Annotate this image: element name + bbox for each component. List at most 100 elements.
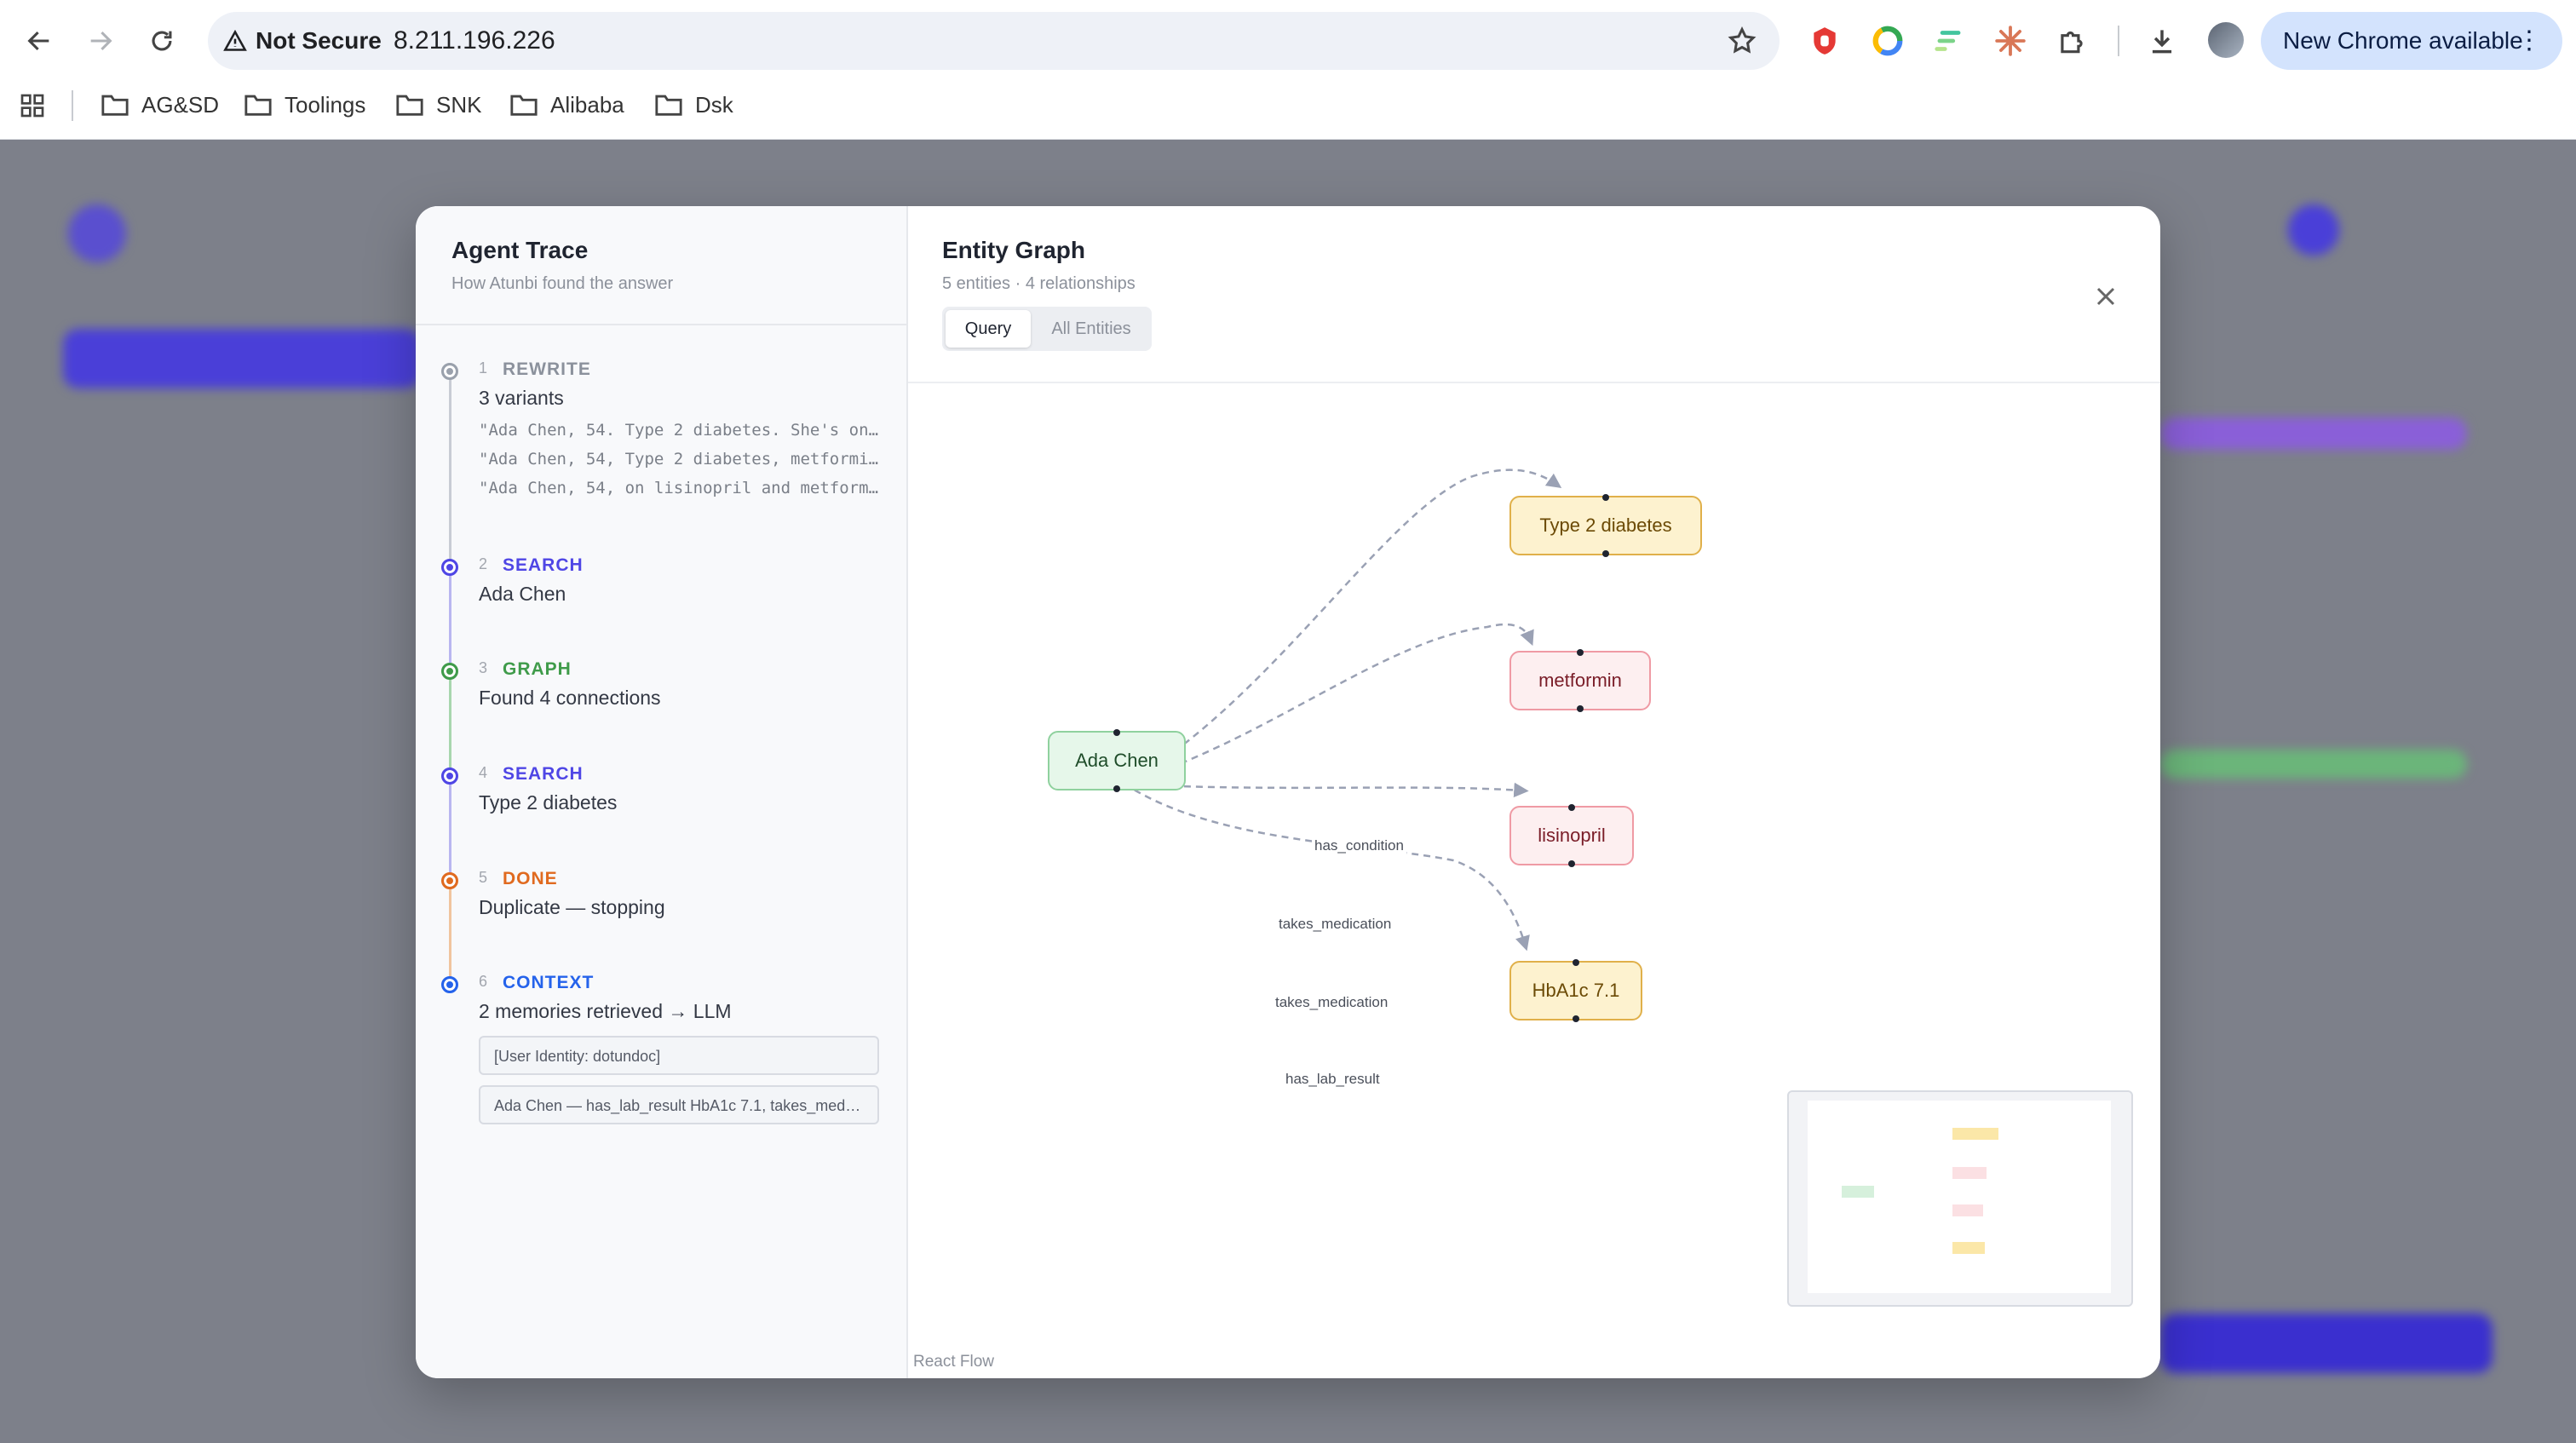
extension-spark[interactable] [1992,22,2029,60]
node-handle [1577,705,1584,712]
timeline-line [449,675,451,770]
back-button[interactable] [15,17,63,65]
graph-subtitle: 5 entities · 4 relationships [942,274,1136,293]
node-condition[interactable]: Type 2 diabetes [1509,494,1702,557]
apps-grid-icon[interactable] [19,92,46,119]
timeline-line [449,373,451,562]
minimap-node [1952,1204,1983,1216]
step-label: DONE [503,869,558,888]
forward-arrow-icon [90,31,112,51]
update-label: New Chrome available [2283,27,2523,54]
downloads-button[interactable] [2143,22,2181,60]
minimap-viewport[interactable] [1808,1101,2111,1293]
profile-avatar[interactable] [2208,22,2244,58]
update-chrome-button[interactable]: New Chrome available ⋮ [2261,12,2562,70]
bg-bar [2160,750,2467,779]
url-text[interactable]: 8.211.196.226 [394,26,555,55]
edge-label: has_condition [1312,836,1406,855]
node-handle [1573,959,1579,966]
security-indicator[interactable]: Not Secure [223,21,382,60]
minimap-node [1952,1167,1987,1179]
tab-query[interactable]: Query [946,310,1031,348]
timeline-line [449,882,451,983]
address-bar[interactable]: Not Secure 8.211.196.226 [208,12,1780,70]
security-label: Not Secure [256,27,382,54]
node-handle [1577,649,1584,656]
extension-stripes[interactable] [1930,22,1968,60]
node-handle [1568,804,1575,811]
step-number: 5 [479,869,488,886]
bg-progress [2160,417,2467,450]
step-number: 6 [479,973,488,990]
graph-canvas[interactable]: has_condition takes_medication takes_med… [908,383,2160,1378]
context-memory[interactable]: Ada Chen — has_lab_result HbA1c 7.1, tak… [479,1085,879,1124]
node-handle [1113,729,1120,736]
color-wheel-icon [1872,26,1903,56]
step-label: SEARCH [503,764,584,784]
forward-button[interactable] [77,17,124,65]
step-dot [441,663,458,680]
trace-header: Agent Trace How Atunbi found the answer [416,206,906,325]
minimap-node [1842,1186,1874,1198]
extensions-button[interactable] [2053,22,2090,60]
bookmark-label: Toolings [285,91,366,118]
node-label: lisinopril [1538,825,1606,846]
bookmark-label: Dsk [695,91,733,118]
step-label: GRAPH [503,659,572,679]
step-dot [441,872,458,889]
node-label: metformin [1538,670,1622,691]
step-number: 3 [479,659,488,676]
step-label: CONTEXT [503,973,595,992]
spark-icon [1995,26,2026,56]
reload-icon [152,31,172,51]
node-handle [1573,1015,1579,1022]
bookmark-label: Alibaba [550,91,624,118]
toolbar-divider [2118,26,2119,56]
bookmark-folder-agsd[interactable]: AG&SD [101,88,219,122]
react-flow-attribution[interactable]: React Flow [913,1353,994,1371]
rewrite-variant: "Ada Chen, 54. Type 2 diabetes. She's on… [479,421,879,440]
step-dot [441,559,458,576]
bookmark-folder-dsk[interactable]: Dsk [654,88,733,122]
bg-primary-button [63,329,421,388]
trace-subtitle: How Atunbi found the answer [451,274,674,293]
tab-all-entities[interactable]: All Entities [1034,310,1148,348]
bookmark-folder-alibaba[interactable]: Alibaba [509,88,624,122]
step-label: REWRITE [503,359,591,379]
rewrite-variant: "Ada Chen, 54, Type 2 diabetes, metformi… [479,450,879,469]
close-icon[interactable] [2090,281,2121,312]
step-detail: Duplicate — stopping [479,896,665,918]
download-icon [2152,30,2172,54]
extension-chrome-color[interactable] [1869,22,1906,60]
node-lab-result[interactable]: HbA1c 7.1 [1509,959,1642,1022]
step-number: 2 [479,555,488,572]
node-handle [1568,860,1575,867]
browser-toolbar: Not Secure 8.211.196.226 New Chrome avai… [0,0,2576,82]
step-dot [441,767,458,785]
bookmark-folder-snk[interactable]: SNK [395,88,481,122]
extension-adblock[interactable] [1806,22,1843,60]
edge-label: takes_medication [1273,993,1391,1012]
edge-label: takes_medication [1276,915,1394,934]
bookmark-star-icon[interactable] [1727,26,1757,56]
edge-label: has_lab_result [1283,1070,1383,1089]
step-detail: 3 variants [479,387,564,409]
step-detail: Ada Chen [479,583,566,605]
node-label: HbA1c 7.1 [1532,980,1620,1001]
timeline-line [449,779,451,874]
step-dot [441,363,458,380]
rewrite-variant: "Ada Chen, 54, on lisinopril and metform… [479,479,879,497]
bookmark-folder-toolings[interactable]: Toolings [244,88,365,122]
bg-logo [68,204,126,262]
node-medication[interactable]: lisinopril [1509,804,1634,867]
step-dot [441,976,458,993]
warning-icon [223,29,247,51]
folder-icon [510,95,538,116]
reload-button[interactable] [138,17,186,65]
context-memory[interactable]: [User Identity: dotundoc] [479,1036,879,1075]
node-medication[interactable]: metformin [1509,649,1651,712]
menu-dots-icon[interactable]: ⋮ [2516,26,2542,56]
node-person[interactable]: Ada Chen [1048,729,1186,792]
graph-minimap[interactable] [1787,1090,2133,1307]
trace-title: Agent Trace [451,237,589,263]
